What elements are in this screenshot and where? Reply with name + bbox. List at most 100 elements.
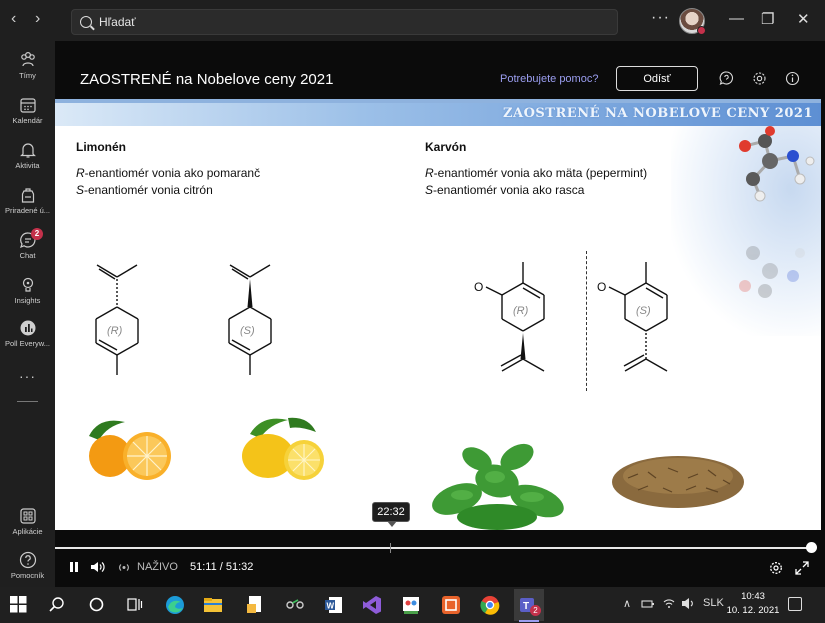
carvone-s-oxygen: O <box>597 280 606 294</box>
slide-banner-title: ZAOSTRENÉ NA NOBELOVE CENY 2021 <box>503 106 813 121</box>
carvone-r-oxygen: O <box>474 280 483 294</box>
battery-icon[interactable] <box>641 598 655 610</box>
clock-time: 10:43 <box>741 591 765 602</box>
back-arrow-icon[interactable]: ‹ <box>11 10 16 28</box>
title-bar: ‹ › Hľadať ··· — ❐ ✕ <box>0 0 825 41</box>
snipping-tool-icon[interactable] <box>284 594 306 616</box>
question-bubble-icon[interactable] <box>719 71 734 86</box>
windows-start-icon[interactable] <box>10 596 27 613</box>
help-link[interactable]: Potrebujete pomoc? <box>500 73 598 85</box>
limonene-s-label: (S) <box>240 325 255 337</box>
rail-item-help[interactable]: Pomocník <box>0 551 55 580</box>
lemon-image <box>242 417 324 480</box>
assignments-icon <box>21 188 34 203</box>
forward-arrow-icon[interactable]: › <box>35 10 40 28</box>
app-rail: Tímy Kalendár Aktivita Priradené ú... 2 … <box>0 41 55 587</box>
pause-icon[interactable] <box>69 562 79 572</box>
mint-image <box>432 443 564 530</box>
tray-overflow-icon[interactable]: ∧ <box>623 597 631 610</box>
leave-button[interactable]: Odísť <box>616 66 698 91</box>
svg-text:T: T <box>523 601 529 612</box>
carvone-r-structure: O (R) <box>474 262 545 372</box>
wifi-icon[interactable] <box>662 597 676 610</box>
carvone-r-label: (R) <box>513 305 529 317</box>
rail-item-chat[interactable]: 2 Chat <box>0 228 55 260</box>
rail-item-teams[interactable]: Tímy <box>0 51 55 80</box>
presence-status-icon <box>697 26 706 35</box>
rail-item-insights[interactable]: Insights <box>0 276 55 305</box>
limonene-line-s: S-enantiomér vonia citrón <box>76 183 213 197</box>
search-bar[interactable]: Hľadať <box>71 9 618 35</box>
carvone-line-r: R-enantiomér vonia ako mäta (pepermint) <box>425 166 648 180</box>
task-view-icon[interactable] <box>126 596 143 613</box>
search-icon <box>80 16 92 28</box>
svg-text:W: W <box>327 602 335 611</box>
progress-handle[interactable] <box>806 542 817 553</box>
minimize-button[interactable]: — <box>729 10 744 27</box>
windows-taskbar: W T 2 ∧ SLK 10:43 10. 12. 2021 <box>0 587 825 623</box>
tooltip-tail <box>387 521 397 527</box>
rail-item-calendar[interactable]: Kalendár <box>0 96 55 125</box>
video-player-bar: 22:32 NAŽIVO 51:11 / 51:32 <box>55 502 821 587</box>
rail-item-assignments[interactable]: Priradené ú... <box>0 186 55 215</box>
settings-gear-icon[interactable] <box>752 71 767 86</box>
file-explorer-icon[interactable] <box>202 594 224 616</box>
meeting-header: ZAOSTRENÉ na Nobelove ceny 2021 Potrebuj… <box>55 41 825 99</box>
meeting-title: ZAOSTRENÉ na Nobelove ceny 2021 <box>80 71 334 88</box>
more-options-button[interactable]: ··· <box>651 9 670 27</box>
rail-item-apps[interactable]: Aplikácie <box>0 507 55 536</box>
limonene-r-label: (R) <box>107 325 123 337</box>
active-app-indicator <box>519 620 539 622</box>
system-clock[interactable]: 10:43 10. 12. 2021 <box>725 590 781 618</box>
calendar-icon <box>19 98 36 113</box>
poll-icon <box>20 320 35 336</box>
teams-badge: 2 <box>530 605 541 616</box>
word-icon[interactable]: W <box>323 594 345 616</box>
visual-studio-icon[interactable] <box>361 594 383 616</box>
info-icon[interactable] <box>785 71 800 86</box>
document-app-icon[interactable] <box>244 594 266 616</box>
shared-slide: ZAOSTRENÉ NA NOBELOVE CENY 2021 Limonén … <box>55 99 821 530</box>
limonene-title: Limonén <box>76 140 126 154</box>
caraway-seeds-image <box>612 456 744 508</box>
live-broadcast-icon <box>119 564 129 571</box>
insights-icon <box>22 277 33 292</box>
cortana-icon[interactable] <box>88 596 105 613</box>
paint-icon[interactable] <box>400 594 422 616</box>
molecule-model-image <box>739 126 815 298</box>
clock-date: 10. 12. 2021 <box>726 605 780 616</box>
teams-icon <box>20 51 35 67</box>
carvone-s-label: (S) <box>636 305 651 317</box>
playback-position: 51:11 / 51:32 <box>190 561 254 573</box>
rail-item-activity[interactable]: Aktivita <box>0 141 55 170</box>
rail-item-poll[interactable]: Poll Everyw... <box>0 319 55 348</box>
hover-marker <box>390 543 391 553</box>
live-label: NAŽIVO <box>137 561 178 573</box>
player-settings-icon[interactable] <box>769 561 783 575</box>
limonene-r-structure: (R) <box>95 264 139 375</box>
language-indicator[interactable]: SLK <box>703 597 724 609</box>
limonene-s-structure: (S) <box>228 264 272 375</box>
limonene-line-r: R-enantiomér vonia ako pomaranč <box>76 166 261 180</box>
edge-browser-icon[interactable] <box>164 594 186 616</box>
speaker-icon[interactable] <box>681 597 695 610</box>
progress-track[interactable] <box>55 547 811 549</box>
office-app-icon[interactable] <box>440 594 462 616</box>
restore-button[interactable]: ❐ <box>761 10 774 28</box>
fullscreen-icon[interactable] <box>795 561 809 575</box>
search-input[interactable]: Hľadať <box>99 15 136 29</box>
help-icon <box>19 551 36 569</box>
notification-center-icon[interactable] <box>788 597 802 611</box>
chat-unread-badge: 2 <box>31 228 43 240</box>
hover-time-tooltip: 22:32 <box>372 502 410 522</box>
enantiomer-divider <box>586 251 587 391</box>
chrome-icon[interactable] <box>479 594 501 616</box>
carvone-title: Karvón <box>425 140 467 154</box>
bell-icon <box>19 143 36 158</box>
rail-divider <box>17 401 38 402</box>
close-button[interactable]: ✕ <box>797 10 810 28</box>
volume-icon[interactable] <box>90 561 106 573</box>
carvone-s-structure: O (S) <box>597 262 668 372</box>
more-apps-button[interactable]: ··· <box>0 368 55 384</box>
taskbar-search-icon[interactable] <box>48 596 65 613</box>
